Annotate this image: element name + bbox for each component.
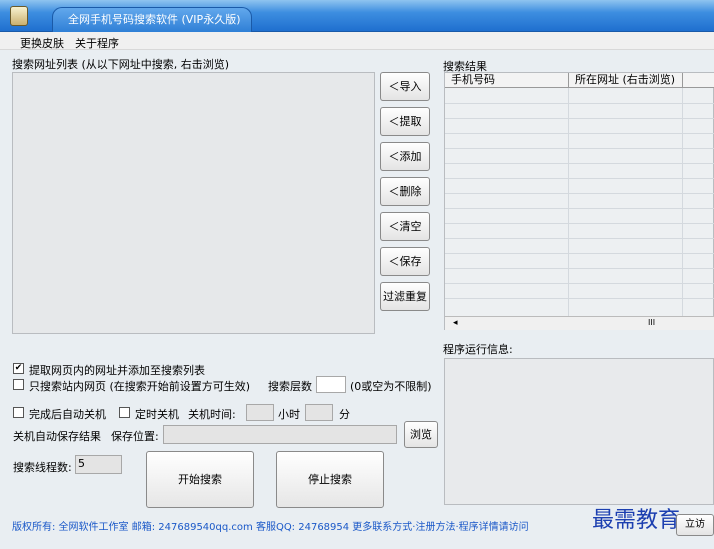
results-horizontal-scrollbar[interactable]: ◂ III bbox=[445, 316, 714, 330]
app-icon[interactable] bbox=[10, 6, 28, 26]
log-label: 程序运行信息: bbox=[443, 343, 513, 356]
grid-row-line bbox=[445, 208, 714, 209]
checkmark-icon: ✔ bbox=[14, 363, 23, 373]
col-header-url[interactable]: 所在网址 (右击浏览) bbox=[569, 73, 683, 88]
grid-row-line bbox=[445, 103, 714, 104]
minute-input[interactable] bbox=[305, 404, 333, 421]
extract-links-checkbox[interactable]: ✔ bbox=[13, 363, 24, 374]
grid-row-line bbox=[445, 223, 714, 224]
grid-row-line bbox=[445, 298, 714, 299]
save-button[interactable]: ＜保存 bbox=[380, 247, 430, 276]
minute-unit: 分 bbox=[339, 408, 350, 421]
grid-row-line bbox=[445, 283, 714, 284]
site-only-checkbox[interactable] bbox=[13, 379, 24, 390]
scroll-left-arrow-icon[interactable]: ◂ bbox=[453, 317, 458, 329]
grid-col-line bbox=[568, 88, 569, 316]
grid-row-line bbox=[445, 238, 714, 239]
start-search-button[interactable]: 开始搜索 bbox=[146, 451, 254, 508]
menu-bar: 更换皮肤 关于程序 bbox=[0, 32, 714, 50]
stop-search-button[interactable]: 停止搜索 bbox=[276, 451, 384, 508]
depth-label: 搜索层数 bbox=[268, 380, 312, 393]
autosave-label: 关机自动保存结果 bbox=[13, 430, 101, 443]
log-box[interactable] bbox=[444, 358, 714, 505]
grid-row-line bbox=[445, 253, 714, 254]
extract-button[interactable]: ＜提取 bbox=[380, 107, 430, 136]
grid-row-line bbox=[445, 148, 714, 149]
threads-input[interactable]: 5 bbox=[75, 455, 122, 474]
hour-input[interactable] bbox=[246, 404, 274, 421]
clear-button[interactable]: ＜清空 bbox=[380, 212, 430, 241]
depth-hint: (0或空为不限制) bbox=[350, 380, 432, 393]
title-bar: 全网手机号码搜索软件 (VIP永久版) bbox=[0, 0, 714, 32]
hour-unit: 小时 bbox=[278, 408, 300, 421]
add-button[interactable]: ＜添加 bbox=[380, 142, 430, 171]
grid-row-line bbox=[445, 268, 714, 269]
save-location-label: 保存位置: bbox=[111, 430, 159, 443]
grid-row-line bbox=[445, 163, 714, 164]
results-grid[interactable] bbox=[444, 72, 714, 330]
threads-label: 搜索线程数: bbox=[13, 461, 72, 474]
save-location-input[interactable] bbox=[163, 425, 397, 444]
dedupe-button[interactable]: 过滤重复 bbox=[380, 282, 430, 311]
browse-button[interactable]: 浏览 bbox=[404, 421, 438, 448]
footer-info[interactable]: 版权所有: 全网软件工作室 邮箱: 247689540qq.com 客服QQ: … bbox=[12, 518, 529, 533]
grid-row-line bbox=[445, 133, 714, 134]
menu-change-skin[interactable]: 更换皮肤 bbox=[20, 35, 64, 51]
delete-button[interactable]: ＜删除 bbox=[380, 177, 430, 206]
timer-shutdown-label: 定时关机 bbox=[135, 408, 179, 421]
col-header-phone[interactable]: 手机号码 bbox=[445, 73, 569, 88]
shutdown-after-label: 完成后自动关机 bbox=[29, 408, 106, 421]
window-title: 全网手机号码搜索软件 (VIP永久版) bbox=[68, 13, 241, 26]
url-list-label: 搜索网址列表 (从以下网址中搜索, 右击浏览) bbox=[12, 58, 230, 71]
import-button[interactable]: ＜导入 bbox=[380, 72, 430, 101]
scroll-thumb-grip[interactable]: III bbox=[648, 317, 655, 329]
extract-links-label: 提取网页内的网址并添加至搜索列表 bbox=[29, 364, 205, 377]
site-only-label: 只搜索站内网页 (在搜索开始前设置方可生效) bbox=[29, 380, 251, 393]
timer-shutdown-checkbox[interactable] bbox=[119, 407, 130, 418]
grid-row-line bbox=[445, 178, 714, 179]
shutdown-after-checkbox[interactable] bbox=[13, 407, 24, 418]
grid-col-line bbox=[682, 88, 683, 316]
grid-row-line bbox=[445, 118, 714, 119]
menu-about[interactable]: 关于程序 bbox=[75, 35, 119, 51]
grid-row-line bbox=[445, 193, 714, 194]
col-header-filler bbox=[683, 73, 714, 88]
url-list-box[interactable] bbox=[12, 72, 375, 334]
visit-button[interactable]: 立访 bbox=[676, 514, 714, 536]
watermark: 最需教育 bbox=[592, 508, 681, 533]
depth-input[interactable] bbox=[316, 376, 346, 393]
shutdown-time-label: 关机时间: bbox=[188, 408, 236, 421]
